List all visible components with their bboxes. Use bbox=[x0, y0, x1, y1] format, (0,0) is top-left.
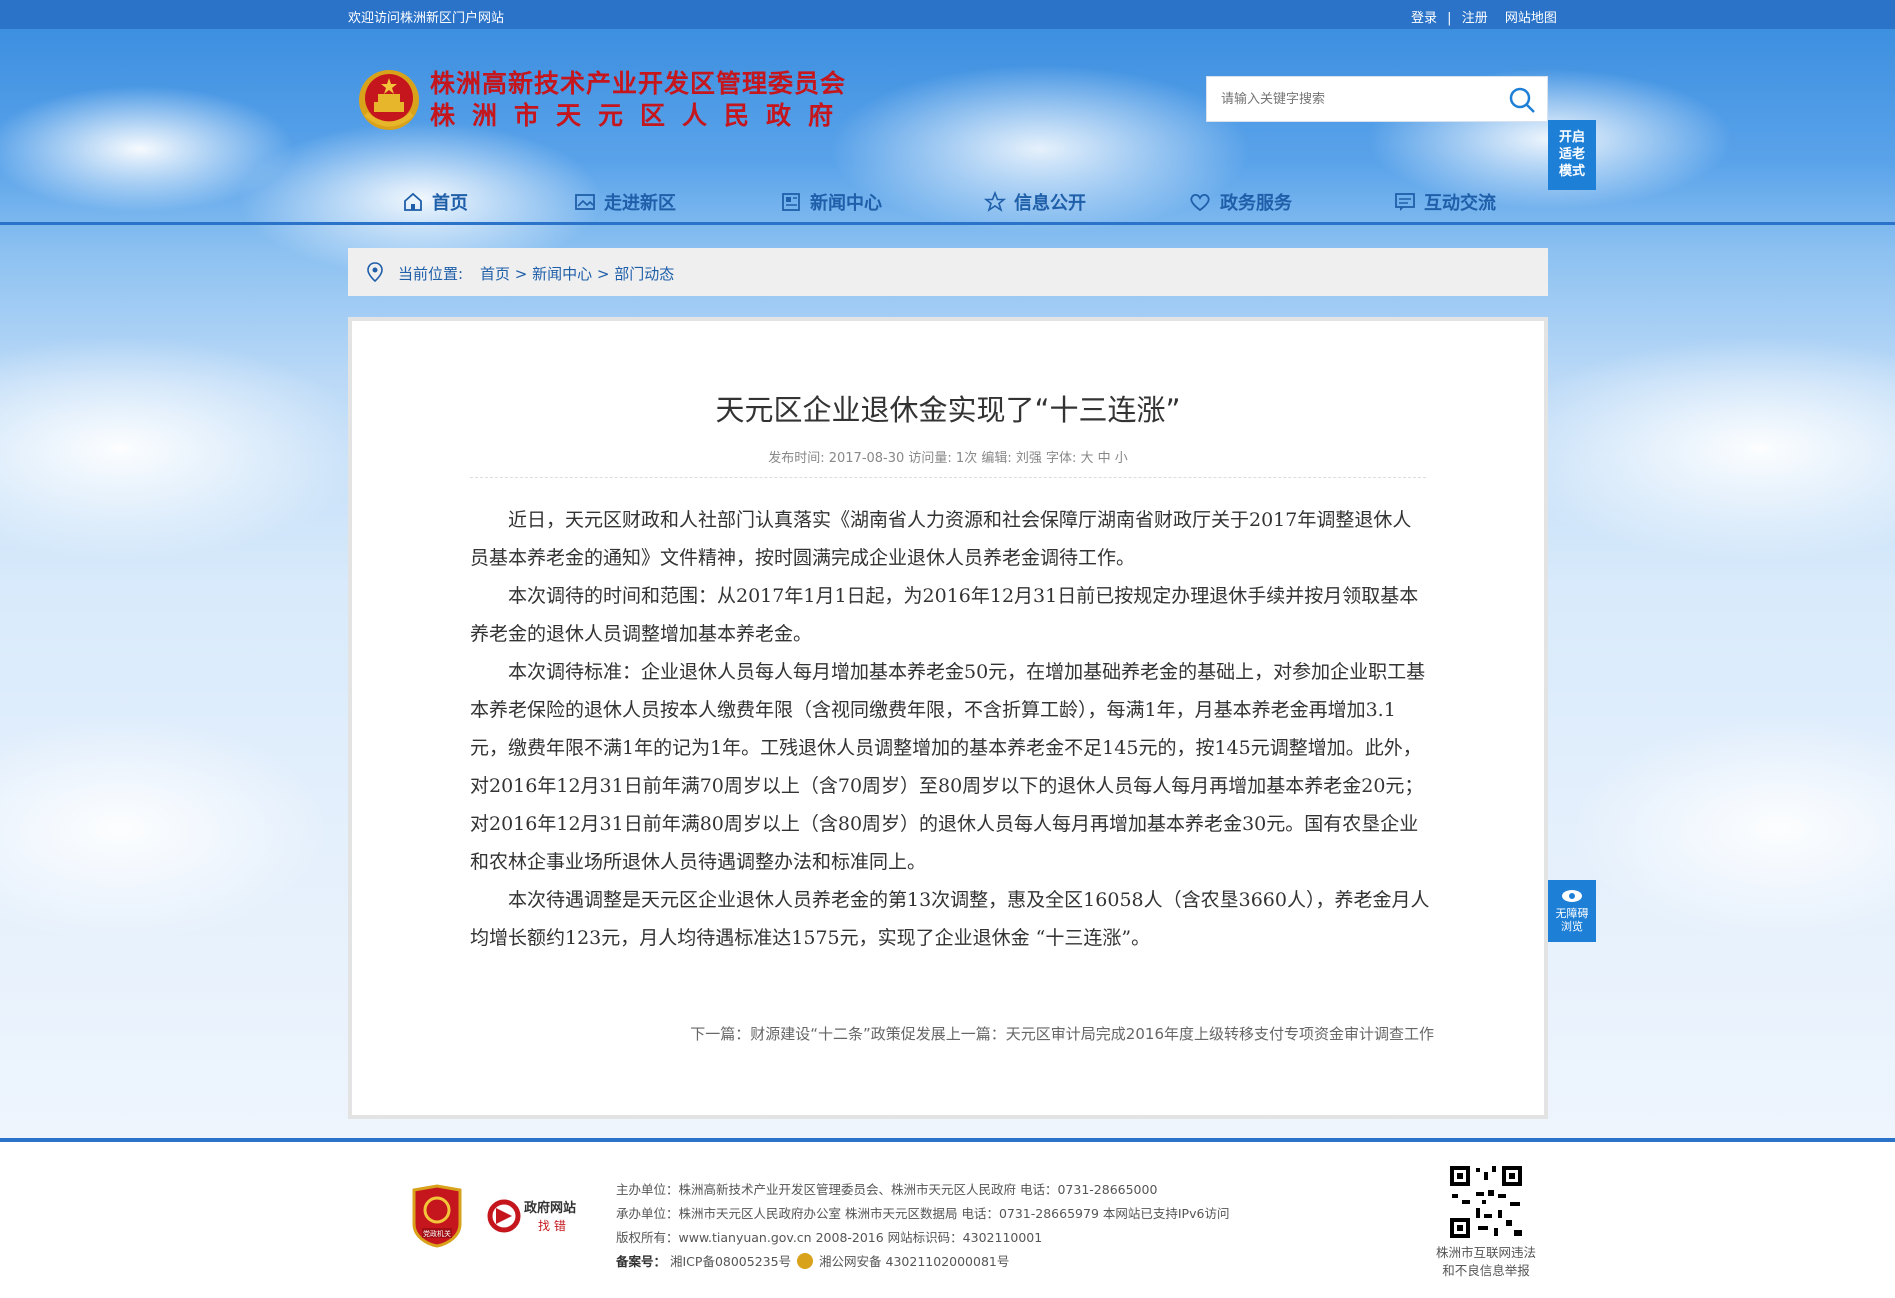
qr-code-icon bbox=[1448, 1164, 1524, 1240]
breadcrumb: 当前位置: 首页 > 新闻中心 > 部门动态 bbox=[348, 248, 1548, 296]
news-icon bbox=[782, 193, 800, 211]
site-title[interactable]: 株洲高新技术产业开发区管理委员会 株洲市天元区人民政府 bbox=[430, 68, 850, 132]
top-bar: 欢迎访问株洲新区门户网站 登录 | 注册 网站地图 bbox=[0, 0, 1895, 29]
footer-icp-row: 备案号： 湘ICP备08005235号 湘公网安备 43021102000081… bbox=[616, 1250, 1229, 1274]
nav-item-services[interactable]: 政务服务 bbox=[1188, 189, 1292, 215]
elder-mode-text-2: 适老 bbox=[1558, 147, 1585, 162]
home-icon bbox=[404, 192, 422, 211]
elder-mode-text-3: 模式 bbox=[1558, 164, 1585, 179]
icp-label: 备案号： bbox=[616, 1254, 667, 1269]
gov-site-report-icon[interactable]: 政府网站 找 错 bbox=[486, 1194, 586, 1240]
icp-link[interactable]: 湘ICP备08005235号 bbox=[670, 1254, 791, 1269]
picture-icon bbox=[575, 194, 595, 210]
police-record-link[interactable]: 湘公网安备 43021102000081号 bbox=[819, 1254, 1009, 1269]
nav-item-label: 政务服务 bbox=[1220, 193, 1292, 214]
article-paragraph: 本次调待的时间和范围：从2017年1月1日起，为2016年12月31日前已按规定… bbox=[470, 585, 1419, 645]
article-paragraph: 近日，天元区财政和人社部门认真落实《湖南省人力资源和社会保障厅湖南省财政厅关于2… bbox=[470, 509, 1412, 569]
find-error-text: 找 错 bbox=[538, 1219, 566, 1233]
site-title-line2: 株洲市天元区人民政府 bbox=[430, 101, 851, 130]
prev-next-links[interactable]: 下一篇：财源建设“十二条”政策促发展上一篇：天元区审计局完成2016年度上级转移… bbox=[690, 1023, 1434, 1044]
breadcrumb-path[interactable]: 首页 > 新闻中心 > 部门动态 bbox=[480, 263, 674, 284]
footer-organizer: 承办单位：株洲市天元区人民政府办公室 株洲市天元区数据局 电话：0731-286… bbox=[616, 1206, 1230, 1221]
accessibility-button[interactable]: 无障碍 浏览 bbox=[1548, 880, 1596, 942]
nav-item-info[interactable]: 信息公开 bbox=[984, 189, 1086, 215]
article-paragraph: 本次调待标准：企业退休人员每人每月增加基本养老金50元，在增加基础养老金的基础上… bbox=[470, 661, 1426, 873]
register-link[interactable]: 注册 bbox=[1462, 11, 1488, 26]
account-links: 登录 | 注册 网站地图 bbox=[1408, 7, 1560, 26]
police-badge-icon bbox=[797, 1253, 814, 1269]
footer-host: 主办单位：株洲高新技术产业开发区管理委员会、株洲市天元区人民政府 电话：0731… bbox=[616, 1182, 1158, 1197]
nav-item-news[interactable]: 新闻中心 bbox=[780, 189, 882, 215]
nav-item-home[interactable]: 首页 bbox=[402, 189, 468, 215]
nav-item-interaction[interactable]: 互动交流 bbox=[1394, 189, 1496, 215]
article-paragraph: 本次待遇调整是天元区企业退休人员养老金的第13次调整，惠及全区16058人（含农… bbox=[470, 889, 1430, 949]
qr-caption-line1: 株洲市互联网违法 bbox=[1435, 1245, 1536, 1260]
nav-item-label: 首页 bbox=[432, 193, 468, 214]
article-body: 近日，天元区财政和人社部门认真落实《湖南省人力资源和社会保障厅湖南省财政厅关于2… bbox=[470, 501, 1430, 957]
heart-icon bbox=[1190, 193, 1210, 212]
qr-caption-line2: 和不良信息举报 bbox=[1442, 1263, 1530, 1278]
footer-copyright: 版权所有：www.tianyuan.gov.cn 2008-2016 网站标识码… bbox=[616, 1230, 1043, 1245]
star-icon bbox=[984, 191, 1006, 212]
search-input[interactable] bbox=[1207, 77, 1487, 121]
nav-item-label: 新闻中心 bbox=[810, 193, 882, 214]
nav-divider bbox=[0, 222, 1895, 225]
party-gov-badge-icon[interactable]: 党政机关 bbox=[410, 1184, 464, 1248]
main-nav: 首页 走进新区 新闻中心 信息公开 政务服务 互动交流 bbox=[0, 180, 1895, 224]
article-panel: 天元区企业退休金实现了“十三连涨” 发布时间: 2017-08-30 访问量: … bbox=[348, 317, 1548, 1119]
nav-item-label: 走进新区 bbox=[604, 193, 676, 214]
search-icon[interactable] bbox=[1507, 85, 1537, 115]
accessibility-text-2: 浏览 bbox=[1561, 920, 1583, 933]
footer: 党政机关 政府网站 找 错 主办单位：株洲高新技术产业开发区管理委员会、株洲市天… bbox=[0, 1142, 1895, 1298]
comment-icon bbox=[1395, 193, 1415, 211]
nav-item-about[interactable]: 走进新区 bbox=[574, 189, 676, 215]
location-pin-icon bbox=[366, 262, 384, 286]
breadcrumb-label: 当前位置: bbox=[398, 265, 464, 283]
eye-icon bbox=[1562, 890, 1582, 902]
nav-item-label: 互动交流 bbox=[1424, 193, 1496, 214]
article-meta: 发布时间: 2017-08-30 访问量: 1次 编辑: 刘强 字体: 大 中 … bbox=[768, 451, 1128, 466]
elder-mode-text-1: 开启 bbox=[1558, 130, 1585, 145]
gov-site-text: 政府网站 bbox=[524, 1200, 576, 1216]
sitemap-link[interactable]: 网站地图 bbox=[1505, 11, 1557, 26]
national-emblem-icon[interactable] bbox=[354, 68, 424, 134]
nav-item-label: 信息公开 bbox=[1014, 193, 1086, 214]
article-title: 天元区企业退休金实现了“十三连涨” bbox=[715, 393, 1181, 427]
article-divider bbox=[470, 477, 1426, 478]
link-separator: | bbox=[1447, 11, 1452, 26]
login-link[interactable]: 登录 bbox=[1411, 11, 1437, 26]
party-gov-badge-text: 党政机关 bbox=[423, 1229, 451, 1238]
accessibility-text-1: 无障碍 bbox=[1555, 907, 1589, 920]
site-title-line1: 株洲高新技术产业开发区管理委员会 bbox=[430, 69, 847, 98]
welcome-text: 欢迎访问株洲新区门户网站 bbox=[348, 11, 505, 26]
qr-caption: 株洲市互联网违法 和不良信息举报 bbox=[1418, 1244, 1554, 1280]
search-box bbox=[1206, 76, 1548, 122]
footer-info: 主办单位：株洲高新技术产业开发区管理委员会、株洲市天元区人民政府 电话：0731… bbox=[616, 1178, 1229, 1274]
